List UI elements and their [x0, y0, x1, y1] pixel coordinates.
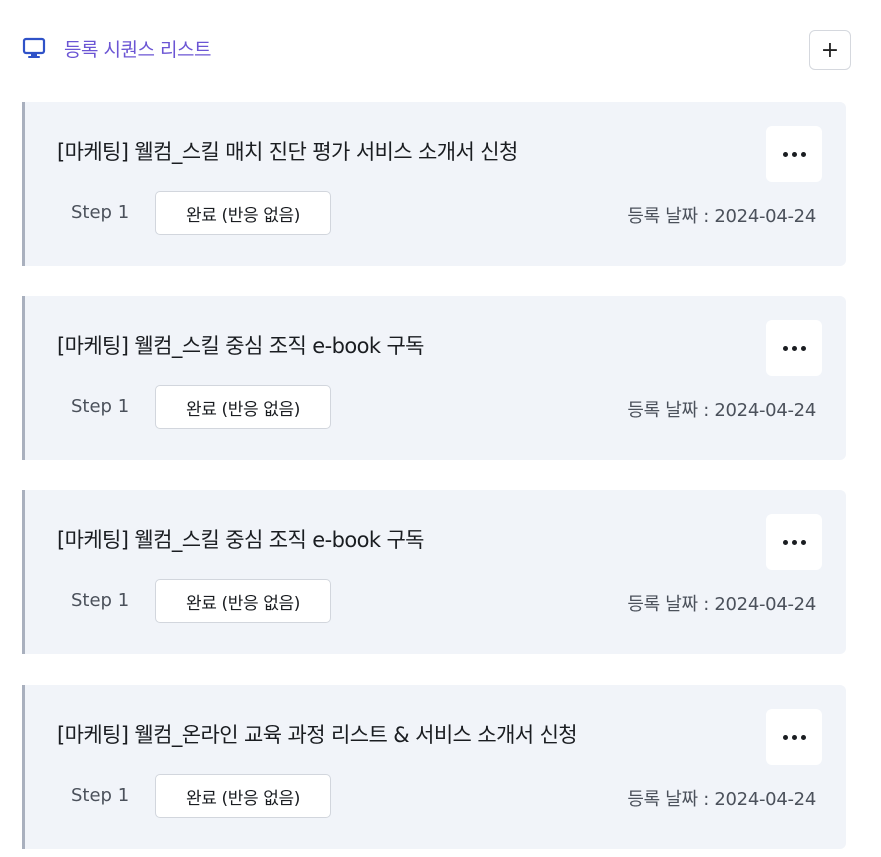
sequence-card[interactable]: [마케팅] 웰컴_온라인 교육 과정 리스트 & 서비스 소개서 신청 Step…	[22, 685, 846, 849]
sequence-list-header: 등록 시퀀스 리스트 +	[22, 30, 851, 72]
add-sequence-button[interactable]: +	[809, 30, 851, 70]
status-badge: 완료 (반응 없음)	[155, 579, 331, 623]
more-horizontal-icon	[782, 734, 806, 740]
step-label: Step 1	[71, 785, 130, 806]
sequence-card[interactable]: [마케팅] 웰컴_스킬 중심 조직 e-book 구독 Step 1 완료 (반…	[22, 296, 846, 460]
status-badge: 완료 (반응 없음)	[155, 385, 331, 429]
more-horizontal-icon	[782, 151, 806, 157]
sequence-title: [마케팅] 웰컴_온라인 교육 과정 리스트 & 서비스 소개서 신청	[57, 723, 578, 747]
more-options-button[interactable]	[766, 709, 822, 765]
sequence-card[interactable]: [마케팅] 웰컴_스킬 매치 진단 평가 서비스 소개서 신청 Step 1 완…	[22, 102, 846, 266]
more-options-button[interactable]	[766, 320, 822, 376]
sequence-title: [마케팅] 웰컴_스킬 중심 조직 e-book 구독	[57, 528, 425, 552]
registered-date: 등록 날짜 : 2024-04-24	[627, 789, 816, 810]
status-badge: 완료 (반응 없음)	[155, 774, 331, 818]
registered-date: 등록 날짜 : 2024-04-24	[627, 594, 816, 615]
step-label: Step 1	[71, 202, 130, 223]
sequence-card[interactable]: [마케팅] 웰컴_스킬 중심 조직 e-book 구독 Step 1 완료 (반…	[22, 490, 846, 654]
sequence-title: [마케팅] 웰컴_스킬 매치 진단 평가 서비스 소개서 신청	[57, 140, 518, 164]
sequence-title: [마케팅] 웰컴_스킬 중심 조직 e-book 구독	[57, 334, 425, 358]
status-badge: 완료 (반응 없음)	[155, 191, 331, 235]
step-label: Step 1	[71, 396, 130, 417]
step-label: Step 1	[71, 590, 130, 611]
more-options-button[interactable]	[766, 126, 822, 182]
more-horizontal-icon	[782, 345, 806, 351]
header-title-group: 등록 시퀀스 리스트	[22, 30, 211, 66]
registered-date: 등록 날짜 : 2024-04-24	[627, 400, 816, 421]
registered-date: 등록 날짜 : 2024-04-24	[627, 206, 816, 227]
monitor-icon	[22, 36, 46, 60]
more-options-button[interactable]	[766, 514, 822, 570]
page-title: 등록 시퀀스 리스트	[64, 38, 211, 61]
more-horizontal-icon	[782, 539, 806, 545]
